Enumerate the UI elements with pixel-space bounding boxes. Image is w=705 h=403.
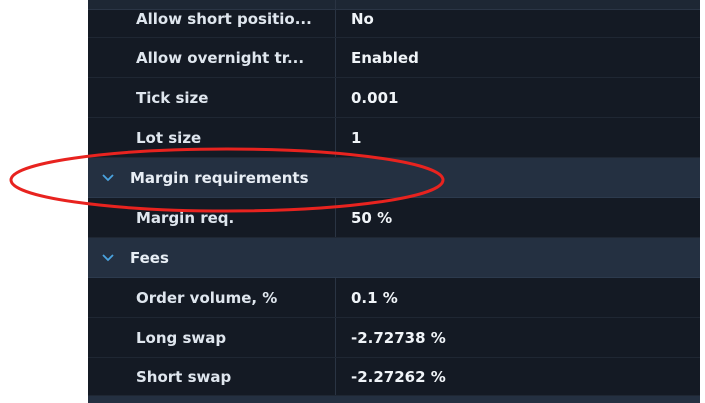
- property-label: Margin req.: [136, 208, 235, 227]
- property-row-allow-short[interactable]: Allow short positio... No: [88, 0, 700, 38]
- chevron-down-icon[interactable]: [99, 249, 117, 267]
- property-label: Long swap: [136, 328, 227, 347]
- property-row-lot-size[interactable]: Lot size 1: [88, 118, 700, 158]
- property-value[interactable]: 0.1 %: [335, 278, 700, 317]
- property-row-tick-size[interactable]: Tick size 0.001: [88, 78, 700, 118]
- section-title: Margin requirements: [130, 168, 309, 187]
- property-label: Allow short positio...: [136, 9, 312, 28]
- property-row-margin-req[interactable]: Margin req. 50 %: [88, 198, 700, 238]
- property-value[interactable]: No: [335, 0, 700, 37]
- property-label: Short swap: [136, 367, 232, 386]
- property-value[interactable]: 50 %: [335, 198, 700, 237]
- property-label: Allow overnight tr...: [136, 48, 305, 67]
- chevron-down-icon[interactable]: [99, 169, 117, 187]
- property-row-short-swap[interactable]: Short swap -2.27262 %: [88, 358, 700, 396]
- section-header-fees[interactable]: Fees: [88, 238, 700, 278]
- property-label: Lot size: [136, 128, 202, 147]
- property-value[interactable]: -2.27262 %: [335, 358, 700, 395]
- property-row-allow-overnight[interactable]: Allow overnight tr... Enabled: [88, 38, 700, 78]
- property-value[interactable]: -2.72738 %: [335, 318, 700, 357]
- property-label: Tick size: [136, 88, 209, 107]
- property-row-long-swap[interactable]: Long swap -2.72738 %: [88, 318, 700, 358]
- property-value[interactable]: 0.001: [335, 78, 700, 117]
- property-row-order-volume[interactable]: Order volume, % 0.1 %: [88, 278, 700, 318]
- next-section-edge: [88, 396, 700, 403]
- property-value[interactable]: Enabled: [335, 38, 700, 77]
- section-header-margin-requirements[interactable]: Margin requirements: [88, 158, 700, 198]
- property-label: Order volume, %: [136, 288, 278, 307]
- property-value[interactable]: 1: [335, 118, 700, 157]
- section-title: Fees: [130, 248, 169, 267]
